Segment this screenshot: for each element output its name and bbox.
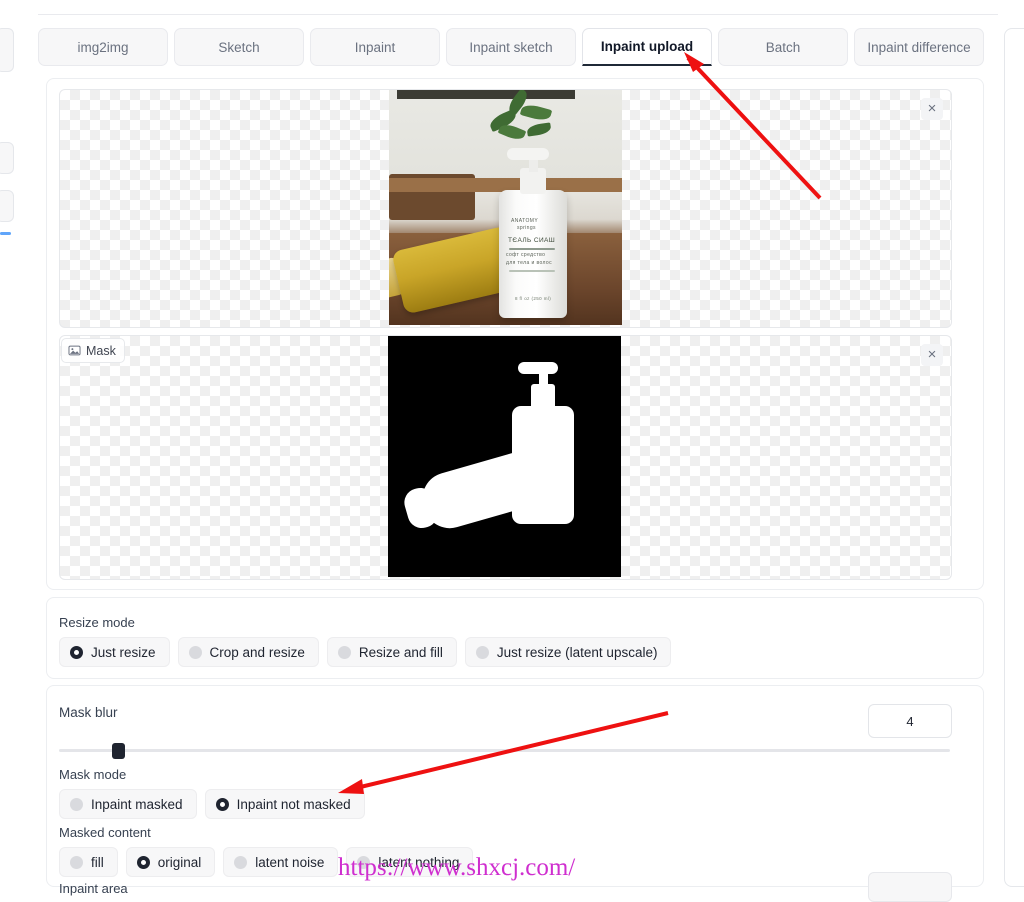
- tab-label: Batch: [765, 39, 801, 55]
- mask-mode-options: Inpaint masked Inpaint not masked: [59, 789, 365, 819]
- radio-dot: [234, 855, 248, 869]
- bottle-label-line3: ТЄАЛЬ СИАШ: [508, 237, 556, 244]
- source-image-close-icon[interactable]: ×: [921, 98, 943, 120]
- bottle-label-volume: 8 fl oz (250 ml): [515, 296, 552, 301]
- left-edge-box-3: [0, 190, 14, 222]
- left-edge-box-2: [0, 142, 14, 174]
- radio-dot: [70, 855, 83, 869]
- mask-image-preview: [388, 336, 621, 577]
- source-image-dropzone[interactable]: ANATOMY springs ТЄАЛЬ СИАШ софт средство…: [59, 89, 952, 328]
- bottle-label-line2: springs: [517, 225, 536, 231]
- masked-content-fill[interactable]: fill: [59, 847, 118, 877]
- radio-dot: [136, 855, 150, 869]
- mask-image-close-icon[interactable]: ×: [921, 344, 943, 366]
- option-label: original: [157, 854, 202, 870]
- resize-mode-resize-and-fill[interactable]: Resize and fill: [326, 637, 457, 667]
- resize-mode-just-resize-latent-upscale[interactable]: Just resize (latent upscale): [464, 637, 672, 667]
- mask-blur-value: 4: [906, 713, 914, 729]
- resize-mode-crop-and-resize[interactable]: Crop and resize: [177, 637, 319, 667]
- left-edge-box-1: [0, 28, 14, 72]
- source-image-preview: ANATOMY springs ТЄАЛЬ СИАШ софт средство…: [389, 90, 622, 325]
- masked-content-latent-noise[interactable]: latent noise: [223, 847, 339, 877]
- option-label: latent noise: [255, 854, 325, 870]
- mask-blur-value-input[interactable]: 4: [868, 704, 952, 738]
- bottle-label-line5: для тела и волос: [506, 260, 552, 266]
- tab-label: Sketch: [218, 39, 260, 55]
- mask-blur-slider-thumb[interactable]: [112, 743, 125, 759]
- tab-label: Inpaint: [354, 39, 396, 55]
- left-edge-accent: [0, 232, 11, 235]
- mask-mode-label: Mask mode: [59, 767, 127, 782]
- right-side-panel: [1004, 28, 1024, 887]
- tab-label: Inpaint sketch: [469, 39, 553, 55]
- mask-badge: Mask: [61, 338, 125, 363]
- mask-mode-inpaint-masked[interactable]: Inpaint masked: [59, 789, 197, 819]
- mask-standing-bottle: [512, 406, 574, 524]
- tab-inpaint-sketch[interactable]: Inpaint sketch: [446, 28, 576, 66]
- tab-inpaint-difference[interactable]: Inpaint difference: [854, 28, 984, 66]
- top-divider: [38, 0, 998, 15]
- masked-content-original[interactable]: original: [125, 847, 216, 877]
- tab-inpaint[interactable]: Inpaint: [310, 28, 440, 66]
- resize-mode-label: Resize mode: [59, 615, 135, 630]
- option-label: Just resize (latent upscale): [496, 644, 658, 660]
- close-glyph: ×: [927, 346, 937, 363]
- image-icon: [68, 345, 81, 356]
- tab-batch[interactable]: Batch: [718, 28, 848, 66]
- tab-img2img[interactable]: img2img: [38, 28, 168, 66]
- tab-label: Inpaint upload: [600, 39, 694, 54]
- mask-mode-inpaint-not-masked[interactable]: Inpaint not masked: [204, 789, 365, 819]
- mask-blur-label: Mask blur: [59, 705, 118, 720]
- resize-mode-options: Just resize Crop and resize Resize and f…: [59, 637, 672, 667]
- bottle-label-line4: софт средство: [506, 252, 546, 258]
- radio-dot: [337, 645, 351, 659]
- mode-tab-bar: img2img Sketch Inpaint Inpaint sketch In…: [38, 28, 984, 66]
- option-label: Inpaint masked: [91, 796, 183, 812]
- photo-white-bottle: ANATOMY springs ТЄАЛЬ СИАШ софт средство…: [499, 190, 567, 318]
- photo-plant: [485, 90, 559, 144]
- tab-label: img2img: [77, 39, 129, 55]
- tab-label: Inpaint difference: [867, 39, 971, 55]
- mask-pump-head: [518, 362, 558, 374]
- masked-content-label: Masked content: [59, 825, 151, 840]
- radio-dot: [475, 645, 489, 659]
- option-label: Inpaint not masked: [236, 796, 351, 812]
- radio-dot: [188, 645, 202, 659]
- option-label: Resize and fill: [358, 644, 443, 660]
- inpaint-area-value-input[interactable]: [868, 872, 952, 902]
- option-label: fill: [91, 854, 104, 870]
- option-label: Crop and resize: [209, 644, 305, 660]
- bottle-label-line1: ANATOMY: [511, 218, 539, 224]
- mask-badge-label: Mask: [86, 343, 116, 358]
- tab-inpaint-upload[interactable]: Inpaint upload: [582, 28, 712, 66]
- mask-blur-slider-track[interactable]: [59, 749, 950, 752]
- inpaint-area-label: Inpaint area: [59, 881, 128, 896]
- left-edge-strip: [0, 0, 14, 885]
- option-label: Just resize: [91, 644, 156, 660]
- close-glyph: ×: [927, 100, 937, 117]
- watermark-url: https://www.shxcj.com/: [338, 854, 576, 881]
- radio-dot: [70, 645, 83, 659]
- radio-dot: [215, 797, 229, 811]
- tab-sketch[interactable]: Sketch: [174, 28, 304, 66]
- resize-mode-just-resize[interactable]: Just resize: [59, 637, 170, 667]
- radio-dot: [70, 797, 83, 811]
- photo-pump-head: [507, 148, 549, 160]
- mask-image-dropzone[interactable]: [59, 335, 952, 580]
